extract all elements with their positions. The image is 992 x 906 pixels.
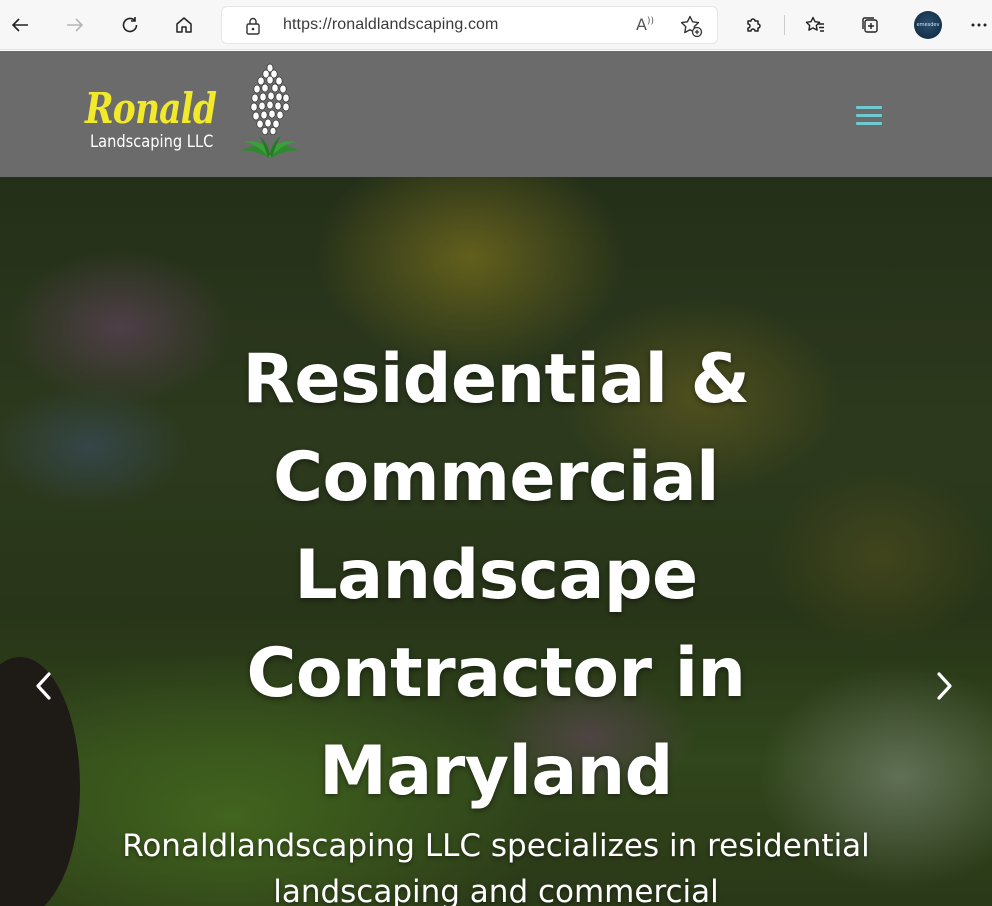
address-bar[interactable]: https://ronaldlandscaping.com A)) bbox=[221, 6, 718, 44]
toolbar-divider bbox=[784, 15, 785, 35]
profile-label: emesdev bbox=[916, 22, 940, 28]
collections-icon bbox=[862, 17, 878, 33]
read-aloud-icon[interactable]: A)) bbox=[636, 15, 658, 37]
back-button[interactable] bbox=[3, 8, 37, 42]
refresh-icon bbox=[122, 17, 138, 33]
puzzle-icon bbox=[747, 18, 761, 32]
arrow-right-icon bbox=[67, 18, 84, 32]
more-menu-button[interactable] bbox=[966, 8, 992, 42]
favorites-star-icon bbox=[805, 16, 824, 32]
chevron-left-icon bbox=[36, 672, 51, 700]
home-icon bbox=[176, 17, 192, 33]
add-favorite-icon[interactable] bbox=[679, 14, 703, 38]
slider-prev-button[interactable] bbox=[28, 667, 58, 705]
favorites-button[interactable] bbox=[798, 8, 832, 42]
ellipsis-icon bbox=[971, 23, 987, 27]
browser-toolbar: https://ronaldlandscaping.com A)) emesde… bbox=[0, 0, 992, 50]
hamburger-line bbox=[856, 122, 882, 125]
hamburger-line bbox=[856, 114, 882, 117]
refresh-button[interactable] bbox=[113, 8, 147, 42]
collections-button[interactable] bbox=[853, 8, 887, 42]
hamburger-line bbox=[856, 106, 882, 109]
lock-icon bbox=[246, 17, 260, 35]
hero-slider: Residential & Commercial Landscape Contr… bbox=[0, 177, 992, 906]
logo-title: Ronald bbox=[85, 84, 217, 133]
forward-button[interactable] bbox=[58, 8, 92, 42]
site-logo[interactable]: Ronald Landscaping LLC bbox=[85, 62, 305, 160]
arrow-left-icon bbox=[11, 18, 28, 32]
logo-subtitle: Landscaping LLC bbox=[90, 132, 214, 152]
home-button[interactable] bbox=[167, 8, 201, 42]
profile-avatar[interactable]: emesdev bbox=[914, 11, 942, 39]
hero-subtitle: Ronaldlandscaping LLC specializes in res… bbox=[122, 828, 870, 906]
extensions-button[interactable] bbox=[737, 8, 771, 42]
chevron-right-icon bbox=[937, 672, 952, 700]
url-text[interactable]: https://ronaldlandscaping.com bbox=[283, 16, 498, 34]
yucca-plant-icon bbox=[239, 63, 301, 158]
hamburger-menu-button[interactable] bbox=[854, 104, 884, 126]
hero-title: Residential & Commercial Landscape Contr… bbox=[242, 340, 750, 811]
slider-next-button[interactable] bbox=[930, 667, 960, 705]
